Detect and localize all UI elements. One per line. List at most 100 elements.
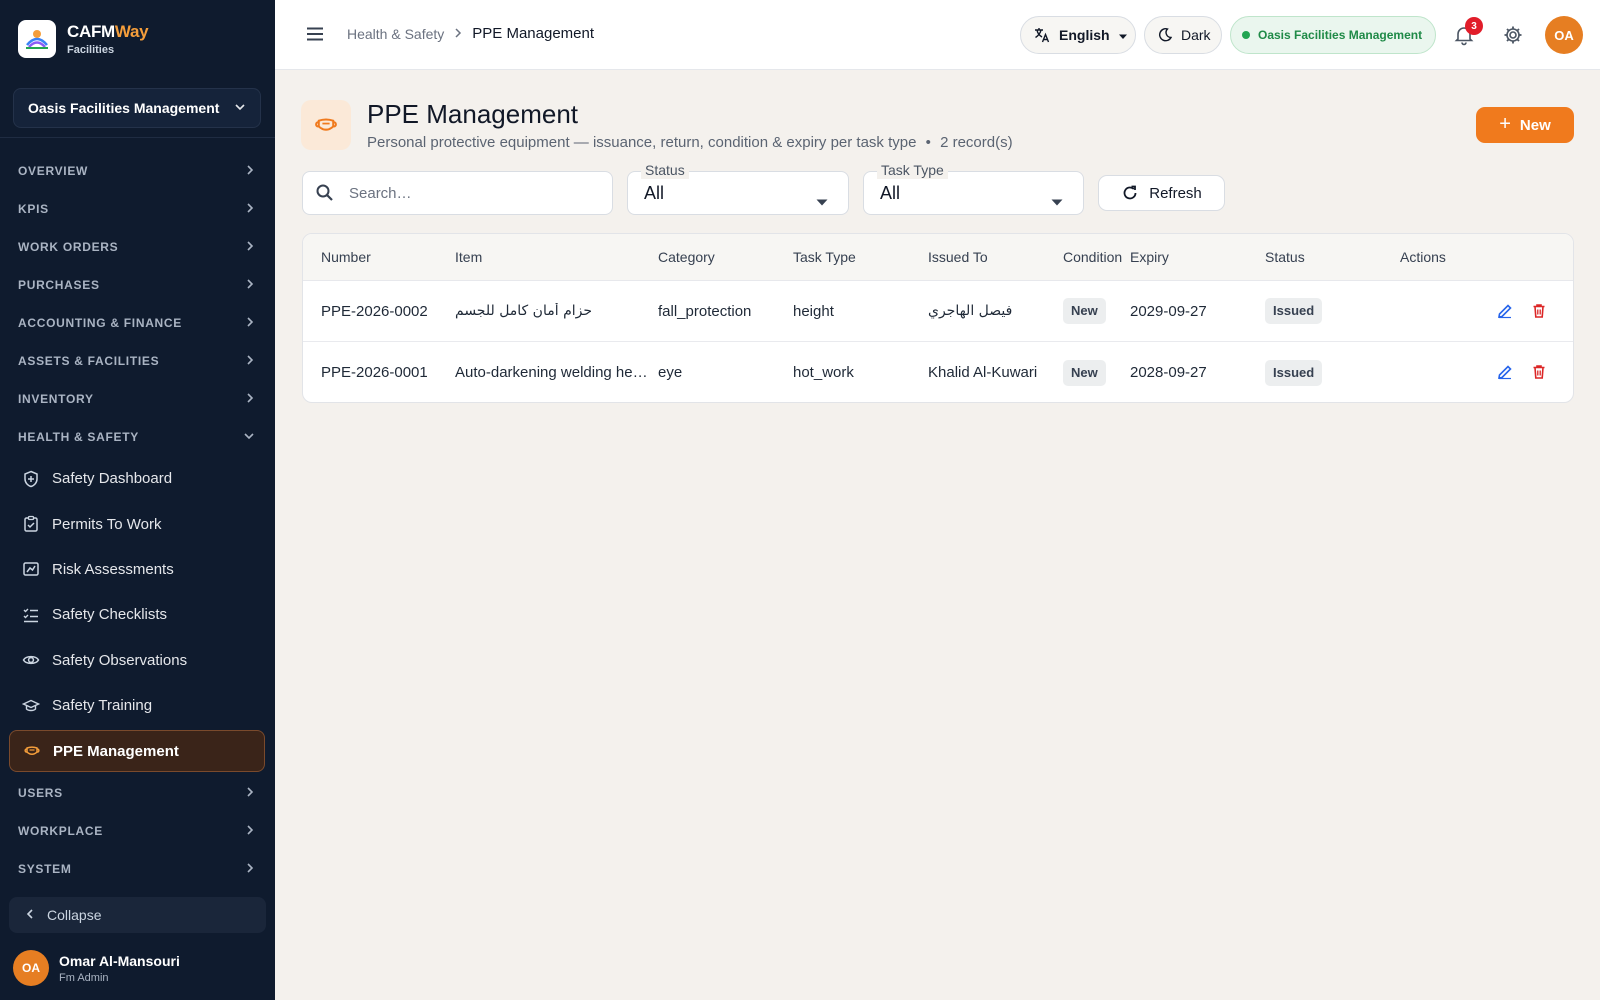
nav-section-system[interactable]: SYSTEM	[0, 850, 275, 888]
nav-section-accounting[interactable]: ACCOUNTING & FINANCE	[0, 304, 275, 342]
topbar: Health & Safety PPE Management English D…	[275, 0, 1600, 70]
user-name: Omar Al-Mansouri	[59, 952, 180, 969]
delete-icon[interactable]	[1530, 302, 1548, 324]
theme-toggle[interactable]: Dark	[1144, 16, 1222, 54]
sidebar-item-safety-dashboard[interactable]: Safety Dashboard	[0, 456, 266, 501]
cell-expiry: 2028-09-27	[1130, 364, 1207, 381]
menu-icon[interactable]	[304, 23, 326, 50]
sidebar-item-label: Risk Assessments	[52, 560, 174, 578]
chevron-right-icon	[245, 862, 255, 877]
cell-number: PPE-2026-0001	[321, 364, 428, 381]
column-header-actions: Actions	[1400, 249, 1446, 265]
edit-icon[interactable]	[1496, 363, 1514, 385]
chevron-right-icon	[245, 354, 255, 369]
language-selector[interactable]: English	[1020, 16, 1136, 54]
breadcrumb-parent[interactable]: Health & Safety	[347, 26, 444, 42]
cell-issued-to: Khalid Al-Kuwari	[928, 364, 1038, 381]
org-selector-label: Oasis Facilities Management	[28, 100, 220, 116]
chevron-right-icon	[245, 240, 255, 255]
theme-label: Dark	[1181, 27, 1211, 43]
sidebar-nav: OVERVIEW KPIS WORK ORDERS PURCHASES ACCO…	[0, 152, 275, 888]
brand[interactable]: CAFMWay Facilities	[18, 20, 149, 58]
sidebar-item-permits-to-work[interactable]: Permits To Work	[0, 501, 266, 546]
nav-section-assets[interactable]: ASSETS & FACILITIES	[0, 342, 275, 380]
task-type-filter-value: All	[880, 182, 901, 203]
nav-section-purchases[interactable]: PURCHASES	[0, 266, 275, 304]
checklist-icon	[22, 606, 40, 624]
nav-section-kpis[interactable]: KPIS	[0, 190, 275, 228]
brand-logo	[18, 20, 56, 58]
sidebar-item-safety-checklists[interactable]: Safety Checklists	[0, 592, 266, 637]
task-type-filter-label: Task Type	[877, 161, 948, 179]
cell-category: eye	[658, 364, 683, 381]
nav-section-work-orders[interactable]: WORK ORDERS	[0, 228, 275, 266]
column-header-issued-to[interactable]: Issued To	[928, 249, 988, 265]
table-row[interactable]: PPE-2026-0001 Auto-darkening welding hel…	[303, 342, 1573, 402]
refresh-label: Refresh	[1149, 184, 1202, 202]
column-header-expiry[interactable]: Expiry	[1130, 249, 1169, 265]
record-count: 2 record(s)	[940, 134, 1013, 151]
brand-name: CAFMWay	[67, 22, 149, 41]
status-filter[interactable]: Status All	[627, 161, 849, 215]
refresh-button[interactable]: Refresh	[1098, 175, 1225, 211]
column-header-item[interactable]: Item	[455, 249, 482, 265]
search-box[interactable]	[302, 171, 613, 215]
column-header-number[interactable]: Number	[321, 249, 371, 265]
gear-icon[interactable]	[1502, 24, 1524, 51]
nav-section-workplace[interactable]: WORKPLACE	[0, 812, 275, 850]
chevron-right-icon	[245, 824, 255, 839]
cell-item: حزام أمان كامل للجسم	[455, 303, 592, 319]
delete-icon[interactable]	[1530, 363, 1548, 385]
graduation-cap-icon	[22, 697, 40, 715]
column-header-status[interactable]: Status	[1265, 249, 1305, 265]
cell-issued-to: فيصل الهاجري	[928, 303, 1013, 319]
column-header-task-type[interactable]: Task Type	[793, 249, 856, 265]
nav-section-inventory[interactable]: INVENTORY	[0, 380, 275, 418]
sidebar-item-safety-observations[interactable]: Safety Observations	[0, 638, 266, 683]
status-badge: Issued	[1265, 359, 1323, 386]
sidebar-item-ppe-management[interactable]: PPE Management	[9, 730, 265, 773]
page-title: PPE Management	[367, 99, 579, 129]
sidebar-item-risk-assessments[interactable]: Risk Assessments	[0, 547, 266, 592]
caret-down-icon	[816, 190, 828, 211]
chevron-down-icon	[234, 100, 246, 116]
translate-icon	[1033, 26, 1051, 44]
search-input[interactable]	[349, 184, 589, 202]
collapse-label: Collapse	[47, 907, 102, 923]
cell-task-type: height	[793, 302, 834, 320]
search-icon	[315, 183, 335, 203]
plus-icon: +	[1499, 112, 1511, 135]
column-header-category[interactable]: Category	[658, 249, 715, 265]
task-type-filter[interactable]: Task Type All	[863, 161, 1084, 215]
edit-icon[interactable]	[1496, 302, 1514, 324]
current-user[interactable]: OA Omar Al-Mansouri Fm Admin	[13, 950, 180, 986]
cell-category: fall_protection	[658, 302, 752, 320]
chevron-right-icon	[245, 392, 255, 407]
chevron-down-icon	[243, 430, 255, 444]
nav-section-overview[interactable]: OVERVIEW	[0, 152, 275, 190]
status-filter-value: All	[644, 182, 665, 203]
new-button[interactable]: + New	[1476, 107, 1574, 143]
org-selector[interactable]: Oasis Facilities Management	[13, 88, 261, 128]
status-filter-label: Status	[641, 161, 689, 179]
nav-section-users[interactable]: USERS	[0, 774, 275, 812]
nav-section-health-safety[interactable]: HEALTH & SAFETY	[0, 418, 275, 456]
condition-badge: New	[1063, 298, 1106, 324]
sidebar-item-safety-training[interactable]: Safety Training	[0, 683, 266, 728]
avatar: OA	[13, 950, 49, 986]
cell-expiry: 2029-09-27	[1130, 302, 1207, 320]
mask-icon	[23, 742, 41, 760]
avatar[interactable]: OA	[1545, 16, 1583, 54]
cell-task-type: hot_work	[793, 364, 854, 381]
collapse-sidebar-button[interactable]: Collapse	[9, 897, 266, 933]
column-header-condition[interactable]: Condition	[1063, 249, 1122, 265]
clipboard-check-icon	[22, 515, 40, 533]
sidebar-item-label: Safety Checklists	[52, 606, 168, 624]
language-label: English	[1059, 27, 1110, 43]
org-badge-label: Oasis Facilities Management	[1258, 28, 1423, 42]
sidebar-divider	[0, 137, 275, 138]
chevron-left-icon	[25, 907, 35, 923]
table-row[interactable]: PPE-2026-0002 حزام أمان كامل للجسم fall_…	[303, 281, 1573, 342]
chevron-right-icon	[245, 164, 255, 179]
org-badge[interactable]: Oasis Facilities Management	[1230, 16, 1436, 54]
